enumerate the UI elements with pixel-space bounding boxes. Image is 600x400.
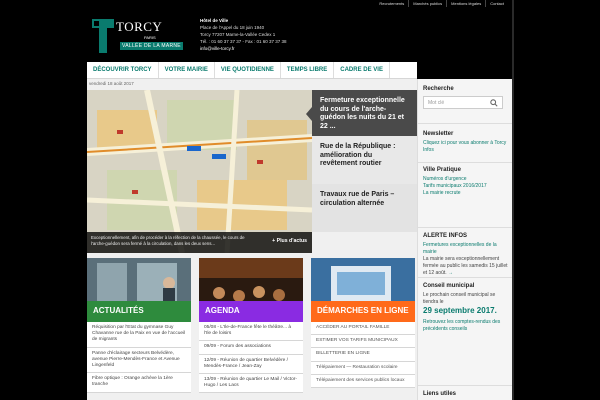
nav-temps-libre[interactable]: TEMPS LIBRE: [281, 62, 335, 78]
nav-vie-quotidienne[interactable]: VIE QUOTIDIENNE: [215, 62, 281, 78]
slide-item[interactable]: Travaux rue de Paris – circulation alter…: [312, 184, 417, 232]
liens-title: Liens utiles: [423, 391, 457, 397]
alerte-body: La mairie sera exceptionnellement fermée…: [423, 256, 508, 276]
address-line: Torcy 77207 Marne-la-Vallée Cedex 1: [200, 32, 276, 37]
link-marches-publics[interactable]: Marchés publics: [408, 0, 446, 7]
scrollbar[interactable]: [512, 0, 514, 400]
alerte-link[interactable]: Fermetures exceptionnelles de la mairie: [423, 242, 508, 256]
newsletter-block: Newsletter Cliquez ici pour vous abonner…: [423, 131, 508, 154]
search-block: Recherche Mot clé: [423, 86, 508, 109]
actualites-list: Réquisition par l'Etat du gymnase Guy Ch…: [87, 322, 191, 393]
actualites-header[interactable]: ACTUALITÉS: [87, 301, 191, 322]
phone-fax: Tél. : 01 60 37 37 37 - Fax : 01 60 37 3…: [200, 39, 287, 44]
newsletter-title: Newsletter: [423, 131, 454, 137]
utility-links: Recrutements Marchés publics Mentions lé…: [375, 0, 508, 7]
list-item[interactable]: 13/09 - Réunion de quartier Le Mail / Vi…: [199, 374, 303, 394]
nav-decouvrir-torcy[interactable]: DÉCOUVRIR TORCY: [87, 62, 159, 78]
alerte-block: ALERTE INFOS Fermetures exceptionnelles …: [423, 233, 508, 277]
logo-name: TORCY: [116, 19, 163, 34]
nav-votre-mairie[interactable]: VOTRE MAIRIE: [159, 62, 215, 78]
slide-title: Fermeture exceptionnelle du cours de l'a…: [320, 97, 405, 130]
slider-list: Fermeture exceptionnelle du cours de l'a…: [306, 90, 417, 253]
address-title: Hôtel de Ville: [200, 18, 229, 23]
list-item[interactable]: Réquisition par l'Etat du gymnase Guy Ch…: [87, 322, 191, 348]
logo-vallee: VALLÉE DE LA MARNE: [120, 42, 183, 50]
pratique-block: Ville Pratique Numéros d'urgence Tarifs …: [423, 167, 508, 197]
main-nav: DÉCOUVRIR TORCY VOTRE MAIRIE VIE QUOTIDI…: [87, 62, 417, 79]
divider: [418, 123, 513, 124]
pratique-link[interactable]: Tarifs municipaux 2016/2017: [423, 183, 508, 190]
site-header: TORCY PARIS VALLÉE DE LA MARNE Hôtel de …: [87, 7, 512, 62]
liens-block: Liens utiles: [423, 391, 508, 397]
list-item[interactable]: BILLETTERIE EN LIGNE: [311, 348, 415, 362]
nav-cadre-de-vie[interactable]: CADRE DE VIE: [334, 62, 390, 78]
more-news-link[interactable]: + Plus d'actus: [272, 238, 307, 244]
link-contact[interactable]: Contact: [485, 0, 508, 7]
conseil-block: Conseil municipal Le prochain conseil mu…: [423, 283, 508, 333]
address-line: Place de l'Appel du 18 juin 1940: [200, 25, 265, 30]
slide-title: Rue de la République : amélioration du r…: [320, 143, 396, 167]
right-sidebar: Recherche Mot clé Newsletter Cliquez ici…: [417, 79, 513, 400]
email-link[interactable]: info@ville-torcy.fr: [200, 45, 287, 52]
conseil-link[interactable]: Retrouvez les comptes-rendus des précéde…: [423, 319, 508, 333]
list-item[interactable]: Fibre optique : Orange achève la 1ère tr…: [87, 373, 191, 393]
section-title: AGENDA: [205, 306, 240, 315]
active-pointer-icon: [306, 107, 312, 121]
list-item[interactable]: ESTIMER VOS TARIFS MUNICIPAUX: [311, 335, 415, 349]
divider: [418, 227, 513, 228]
site-logo[interactable]: TORCY PARIS VALLÉE DE LA MARNE: [92, 19, 187, 55]
list-item[interactable]: Télépaiement — Restauration scolaire: [311, 362, 415, 375]
demarches-header[interactable]: DÉMARCHES EN LIGNE: [311, 301, 415, 322]
logo-paris: PARIS: [144, 35, 156, 40]
link-recrutements[interactable]: Recrutements: [375, 0, 408, 7]
search-title: Recherche: [423, 86, 454, 92]
demarches-list: ACCÉDER AU PORTAIL FAMILLE ESTIMER VOS T…: [311, 322, 415, 389]
pratique-link[interactable]: La mairie recrute: [423, 190, 508, 197]
arrow-right-icon[interactable]: →: [448, 270, 453, 276]
address-block: Hôtel de Ville Place de l'Appel du 18 ju…: [200, 17, 287, 52]
section-title: ACTUALITÉS: [93, 306, 144, 315]
list-item[interactable]: 09/09 - Forum des associations: [199, 341, 303, 355]
section-actualites: ACTUALITÉS Réquisition par l'Etat du gym…: [87, 258, 191, 400]
search-placeholder: Mot clé: [428, 100, 445, 106]
list-item[interactable]: ACCÉDER AU PORTAIL FAMILLE: [311, 322, 415, 336]
conseil-date: 29 septembre 2017.: [423, 306, 497, 315]
section-title: DÉMARCHES EN LIGNE: [317, 306, 409, 315]
pratique-link[interactable]: Numéros d'urgence: [423, 176, 508, 183]
news-slider-image[interactable]: [87, 90, 312, 253]
slide-item[interactable]: Fermeture exceptionnelle du cours de l'a…: [306, 90, 417, 136]
conseil-title: Conseil municipal: [423, 283, 475, 289]
divider: [418, 162, 513, 163]
alerte-title: ALERTE INFOS: [423, 233, 468, 239]
right-margin: [512, 0, 600, 400]
slide-title: Travaux rue de Paris – circulation alter…: [320, 191, 395, 207]
slide-item[interactable]: Rue de la République : amélioration du r…: [312, 136, 417, 184]
search-input[interactable]: Mot clé: [423, 96, 503, 109]
agenda-header[interactable]: AGENDA: [199, 301, 303, 322]
section-demarches: DÉMARCHES EN LIGNE ACCÉDER AU PORTAIL FA…: [311, 258, 415, 400]
pratique-title: Ville Pratique: [423, 167, 461, 173]
list-item[interactable]: 12/09 - Réunion de quartier Belvédère / …: [199, 355, 303, 375]
list-item[interactable]: Panne d'éclairage secteurs Belvédère, av…: [87, 348, 191, 374]
current-date: vendredi 18 août 2017: [89, 81, 134, 86]
newsletter-link[interactable]: Cliquez ici pour vous abonner à Torcy In…: [423, 140, 508, 154]
link-mentions-legales[interactable]: Mentions légales: [446, 0, 485, 7]
divider: [418, 385, 513, 386]
conseil-text: Le prochain conseil municipal se tiendra…: [423, 292, 496, 305]
caption-text: Exceptionnellement, afin de procéder à l…: [91, 235, 245, 246]
alerte-text: La mairie sera exceptionnellement fermée…: [423, 256, 508, 277]
agenda-list: 05/08 - L'Ile-de-France fête le théâtre.…: [199, 322, 303, 394]
list-item[interactable]: 05/08 - L'Ile-de-France fête le théâtre.…: [199, 322, 303, 342]
section-agenda: AGENDA 05/08 - L'Ile-de-France fête le t…: [199, 258, 303, 400]
torcy-logo-mark-icon: [92, 19, 114, 53]
search-icon[interactable]: [490, 99, 498, 107]
slider-caption: Exceptionnellement, afin de procéder à l…: [87, 232, 312, 253]
divider: [418, 277, 513, 278]
map-image: [87, 90, 312, 253]
list-item[interactable]: Télépaiement des services publics locaux: [311, 375, 415, 389]
